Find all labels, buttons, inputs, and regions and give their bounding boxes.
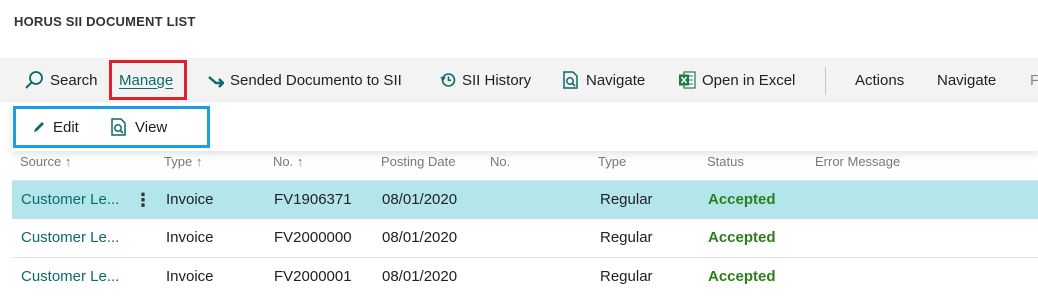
- sended-documento-button[interactable]: Sended Documento to SII: [208, 58, 402, 102]
- source-cell[interactable]: Customer Le...: [21, 181, 119, 219]
- no-cell: FV2000001: [274, 268, 352, 285]
- status-cell: Accepted: [708, 191, 776, 208]
- no-cell: FV2000000: [274, 229, 352, 246]
- sended-documento-label: Sended Documento to SII: [230, 71, 402, 89]
- submenu-highlight-box: [13, 106, 210, 148]
- navigate-menu-label: Navigate: [937, 71, 997, 89]
- navigate-label: Navigate: [586, 71, 646, 89]
- page-title: HORUS SII DOCUMENT LIST: [14, 14, 196, 29]
- column-header-type-2[interactable]: Type: [598, 154, 626, 169]
- open-in-excel-label: Open in Excel: [702, 71, 796, 89]
- overflow-menu[interactable]: F: [1030, 58, 1038, 102]
- search-icon: [25, 71, 43, 89]
- navigate-menu[interactable]: Navigate: [937, 58, 996, 102]
- column-header-no-2[interactable]: No.: [490, 154, 510, 169]
- column-header-error-message[interactable]: Error Message: [815, 154, 900, 169]
- type-2-cell: Regular: [600, 268, 653, 285]
- column-source-label: Source: [20, 154, 62, 169]
- open-in-excel-button[interactable]: Open in Excel: [678, 58, 795, 102]
- sort-arrow-icon: ↑: [195, 154, 203, 169]
- column-header-type[interactable]: Type ↑: [164, 154, 202, 169]
- row-actions-icon[interactable]: ⋮: [134, 181, 152, 219]
- search-label: Search: [50, 71, 98, 89]
- sort-arrow-icon: ↑: [64, 154, 72, 169]
- column-header-no[interactable]: No. ↑: [273, 154, 303, 169]
- sort-arrow-icon: ↑: [296, 154, 304, 169]
- excel-icon: [679, 71, 696, 89]
- column-type-2-label: Type: [598, 154, 627, 169]
- toolbar-separator: [825, 67, 826, 95]
- forward-arrow-icon: [208, 76, 224, 88]
- type-cell: Invoice: [166, 191, 214, 208]
- column-header-posting-date[interactable]: Posting Date: [381, 154, 455, 169]
- table-row[interactable]: Customer Le... Invoice FV2000001 08/01/2…: [12, 258, 1038, 296]
- navigate-icon: [563, 71, 578, 89]
- column-type-label: Type: [164, 154, 193, 169]
- column-no-2-label: No.: [490, 154, 511, 169]
- source-cell[interactable]: Customer Le...: [21, 219, 119, 257]
- status-cell: Accepted: [708, 229, 776, 246]
- overflow-menu-label: F: [1030, 71, 1038, 89]
- posting-date-cell: 08/01/2020: [382, 268, 458, 285]
- column-no-label: No.: [273, 154, 294, 169]
- type-2-cell: Regular: [600, 229, 653, 246]
- source-cell[interactable]: Customer Le...: [21, 258, 119, 296]
- search-button[interactable]: Search: [24, 58, 98, 102]
- column-error-message-label: Error Message: [815, 154, 901, 169]
- table-row[interactable]: Customer Le... Invoice FV2000000 08/01/2…: [12, 219, 1038, 257]
- column-posting-date-label: Posting Date: [381, 154, 456, 169]
- navigate-button[interactable]: Navigate: [562, 58, 645, 102]
- history-icon: [440, 73, 456, 87]
- actions-label: Actions: [855, 71, 905, 89]
- posting-date-cell: 08/01/2020: [382, 229, 458, 246]
- manage-highlight-box: [109, 60, 187, 100]
- status-cell: Accepted: [708, 268, 776, 285]
- no-cell: FV1906371: [274, 191, 352, 208]
- type-cell: Invoice: [166, 268, 214, 285]
- column-header-status[interactable]: Status: [707, 154, 744, 169]
- sii-history-label: SII History: [462, 71, 532, 89]
- column-status-label: Status: [707, 154, 744, 169]
- type-cell: Invoice: [166, 229, 214, 246]
- column-header-source[interactable]: Source ↑: [20, 154, 71, 169]
- sii-history-button[interactable]: SII History: [440, 58, 531, 102]
- posting-date-cell: 08/01/2020: [382, 191, 458, 208]
- table-row[interactable]: Customer Le... ⋮ Invoice FV1906371 08/01…: [12, 181, 1038, 219]
- type-2-cell: Regular: [600, 191, 653, 208]
- actions-menu[interactable]: Actions: [855, 58, 904, 102]
